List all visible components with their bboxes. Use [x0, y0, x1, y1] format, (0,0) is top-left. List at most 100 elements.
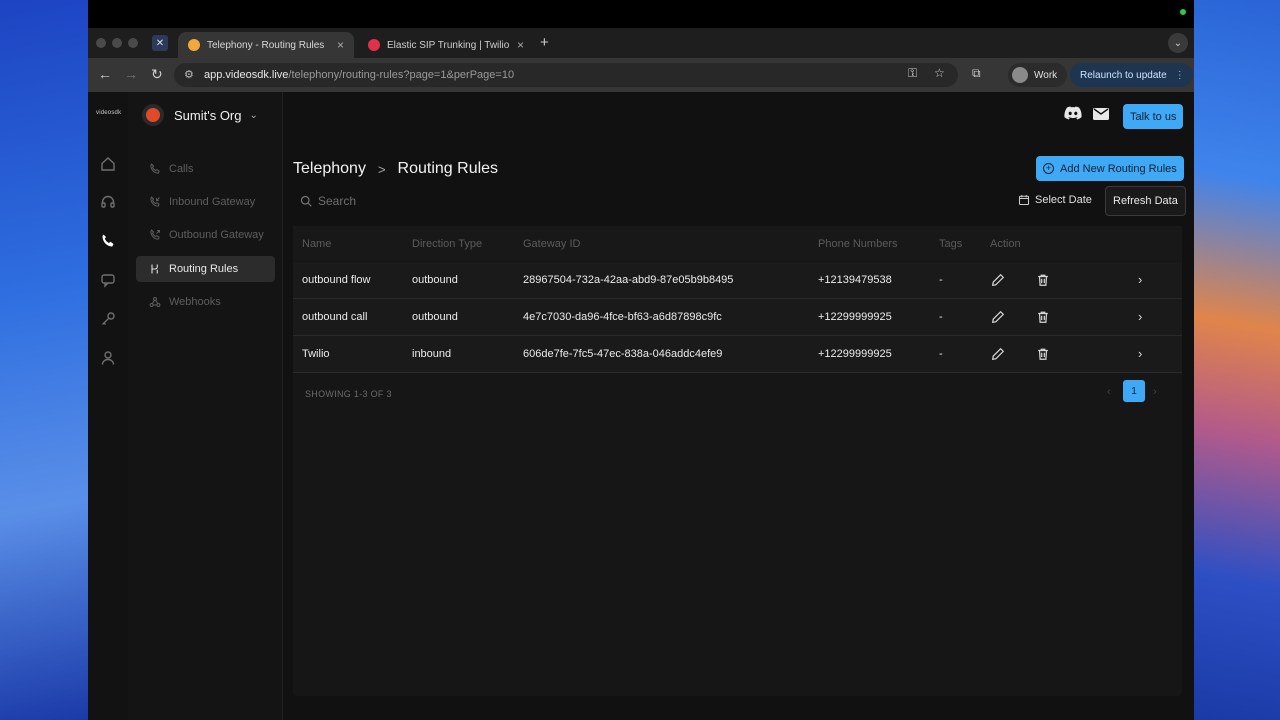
extensions-puzzle-icon[interactable]: ⧉ — [972, 66, 981, 81]
site-settings-icon[interactable]: ⚙ — [184, 68, 194, 81]
org-switcher[interactable]: Sumit's Org ⌄ — [142, 104, 258, 126]
close-window-button[interactable] — [96, 38, 106, 48]
pinned-tab-icon[interactable]: ✕ — [152, 35, 168, 51]
talk-to-us-button[interactable]: Talk to us — [1123, 104, 1184, 129]
url-host: app.videosdk.live — [204, 69, 289, 81]
search-input[interactable] — [318, 194, 578, 208]
chat-bot-icon[interactable] — [98, 270, 118, 290]
sidebar-item-webhooks[interactable]: Webhooks — [136, 289, 275, 315]
cell-name: outbound call — [302, 311, 368, 323]
tab-search-chevron-icon[interactable]: ⌄ — [1168, 33, 1188, 53]
discord-icon[interactable] — [1064, 106, 1082, 125]
chevron-right-icon[interactable]: › — [1138, 272, 1142, 287]
mail-icon[interactable] — [1093, 107, 1109, 125]
chevron-right-icon: > — [377, 161, 386, 177]
new-tab-button[interactable]: + — [540, 34, 549, 51]
address-bar[interactable]: ⚙ app.videosdk.live/telephony/routing-ru… — [174, 63, 958, 87]
password-key-icon[interactable]: ⚿ — [908, 66, 917, 81]
tab-strip: ✕ Telephony - Routing Rules × Elastic SI… — [88, 28, 1194, 58]
reload-icon[interactable]: ↻ — [151, 66, 163, 83]
desktop-wallpaper-right — [1192, 0, 1280, 720]
tab-close-icon[interactable]: × — [337, 38, 344, 52]
back-arrow-icon[interactable]: ← — [98, 66, 112, 82]
tab-favicon-icon — [188, 39, 200, 51]
browser-window: ✕ Telephony - Routing Rules × Elastic SI… — [88, 28, 1194, 720]
tab-telephony-routing-rules[interactable]: Telephony - Routing Rules × — [178, 32, 354, 58]
tab-close-icon[interactable]: × — [517, 38, 524, 52]
sidebar-item-label: Routing Rules — [169, 263, 239, 275]
pagination-prev-icon[interactable]: ‹ — [1107, 386, 1111, 398]
sidebar-item-calls[interactable]: Calls — [136, 156, 275, 182]
delete-trash-icon[interactable] — [1035, 309, 1051, 325]
chevron-right-icon[interactable]: › — [1138, 309, 1142, 324]
tab-twilio-sip[interactable]: Elastic SIP Trunking | Twilio C × — [358, 32, 534, 58]
sidebar-item-label: Inbound Gateway — [169, 196, 256, 208]
tab-title: Telephony - Routing Rules — [207, 39, 325, 51]
tab-favicon-icon — [368, 39, 380, 51]
webhook-icon — [148, 296, 162, 308]
headset-icon[interactable] — [98, 192, 118, 212]
user-icon[interactable] — [98, 348, 118, 368]
browser-toolbar: ← → ↻ ⚙ app.videosdk.live/telephony/rout… — [88, 58, 1194, 92]
main-content: Telephony > Routing Rules + Add New Rout… — [284, 130, 1194, 720]
page-title: Routing Rules — [397, 160, 499, 177]
routing-icon — [148, 263, 162, 275]
table-footer: SHOWING 1-3 OF 3 ‹ 1 › — [293, 374, 1182, 410]
cell-gateway-id: 28967504-732a-42aa-abd9-87e05b9b8495 — [523, 274, 734, 286]
org-avatar — [142, 104, 164, 126]
sidebar-item-routing-rules[interactable]: Routing Rules — [136, 256, 275, 282]
app-root: videosdk Sumit's Org ⌄ Calls Inbound Gat… — [88, 92, 1194, 720]
avatar — [1012, 67, 1028, 83]
select-date-button[interactable]: Select Date — [1018, 194, 1092, 206]
bookmark-star-icon[interactable]: ☆ — [934, 66, 945, 80]
phone-icon[interactable] — [98, 231, 118, 251]
camera-indicator — [1180, 9, 1186, 15]
column-header: Phone Numbers — [818, 238, 898, 250]
url-path: /telephony/routing-rules?page=1&perPage=… — [288, 69, 515, 81]
column-header: Action — [990, 238, 1021, 250]
search-bar — [300, 194, 600, 208]
breadcrumb-parent[interactable]: Telephony — [293, 160, 366, 178]
icon-rail: videosdk — [88, 92, 128, 720]
column-header: Tags — [939, 238, 963, 250]
sidebar-item-inbound-gateway[interactable]: Inbound Gateway — [136, 189, 275, 215]
table-header: Name Direction Type Gateway ID Phone Num… — [293, 226, 1182, 261]
profile-label: Work — [1034, 69, 1058, 81]
more-menu-icon[interactable]: ⋮ — [1175, 70, 1185, 81]
routing-rules-table: Name Direction Type Gateway ID Phone Num… — [293, 226, 1182, 696]
home-icon[interactable] — [98, 154, 118, 174]
delete-trash-icon[interactable] — [1035, 272, 1051, 288]
chevron-right-icon[interactable]: › — [1138, 346, 1142, 361]
table-row[interactable]: Twilio inbound 606de7fe-7fc5-47ec-838a-0… — [293, 336, 1182, 373]
edit-pencil-icon[interactable] — [990, 346, 1006, 362]
cell-direction: outbound — [412, 311, 458, 323]
delete-trash-icon[interactable] — [1035, 346, 1051, 362]
breadcrumb: Telephony > Routing Rules — [293, 160, 498, 178]
column-header: Gateway ID — [523, 238, 581, 250]
add-routing-rule-button[interactable]: + Add New Routing Rules — [1036, 156, 1184, 181]
forward-arrow-icon[interactable]: → — [124, 66, 138, 82]
minimize-window-button[interactable] — [112, 38, 122, 48]
refresh-data-button[interactable]: Refresh Data — [1105, 186, 1186, 216]
add-button-label: Add New Routing Rules — [1060, 162, 1177, 175]
sidebar-item-outbound-gateway[interactable]: Outbound Gateway — [136, 222, 275, 248]
profile-button[interactable]: Work — [1008, 63, 1068, 87]
edit-pencil-icon[interactable] — [990, 272, 1006, 288]
edit-pencil-icon[interactable] — [990, 309, 1006, 325]
key-icon[interactable] — [98, 309, 118, 329]
cell-direction: inbound — [412, 348, 452, 360]
sidebar-item-label: Calls — [169, 163, 194, 175]
column-header: Direction Type — [412, 238, 483, 250]
phone-outgoing-icon — [148, 229, 162, 241]
pagination-next-icon[interactable]: › — [1153, 386, 1157, 398]
maximize-window-button[interactable] — [128, 38, 138, 48]
phone-incoming-icon — [148, 196, 162, 208]
calendar-icon — [1018, 195, 1030, 206]
cell-phone: +12299999925 — [818, 311, 892, 323]
cell-direction: outbound — [412, 274, 458, 286]
table-row[interactable]: outbound call outbound 4e7c7030-da96-4fc… — [293, 299, 1182, 336]
sidebar: Sumit's Org ⌄ Calls Inbound Gateway Outb… — [128, 92, 283, 720]
table-row[interactable]: outbound flow outbound 28967504-732a-42a… — [293, 262, 1182, 299]
relaunch-button[interactable]: Relaunch to update ⋮ — [1070, 63, 1193, 87]
pagination-page-button[interactable]: 1 — [1123, 380, 1145, 402]
